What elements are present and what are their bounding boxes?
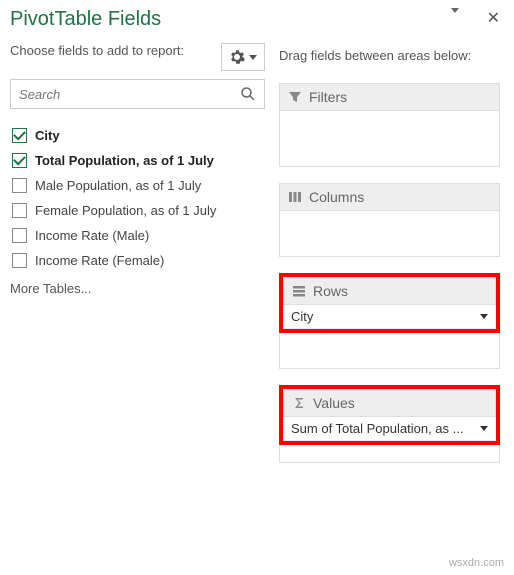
field-label: Total Population, as of 1 July (35, 153, 214, 168)
pane-controls: ✕ (279, 8, 500, 28)
field-item[interactable]: Income Rate (Male) (10, 223, 265, 248)
field-item[interactable]: Total Population, as of 1 July (10, 148, 265, 173)
field-item[interactable]: City (10, 123, 265, 148)
right-panel: ✕ Drag fields between areas below: Filte… (275, 0, 514, 575)
checkbox-unchecked-icon[interactable] (12, 203, 27, 218)
watermark: wsxdn.com (449, 557, 504, 569)
field-label: Male Population, as of 1 July (35, 178, 201, 193)
checkbox-checked-icon[interactable] (12, 128, 27, 143)
pane-title: PivotTable Fields (10, 8, 265, 31)
rows-area[interactable]: Rows City (279, 273, 500, 369)
highlight-box: Rows City (279, 273, 500, 333)
chevron-down-icon (249, 55, 257, 60)
values-dropzone[interactable] (279, 445, 500, 463)
filters-area[interactable]: Filters (279, 83, 500, 167)
field-label: Female Population, as of 1 July (35, 203, 216, 218)
values-item-label: Sum of Total Population, as ... (291, 421, 463, 436)
highlight-box: Values Sum of Total Population, as ... (279, 385, 500, 445)
rows-item-label: City (291, 309, 313, 324)
field-item[interactable]: Male Population, as of 1 July (10, 173, 265, 198)
choose-fields-label: Choose fields to add to report: (10, 43, 184, 60)
values-area[interactable]: Values Sum of Total Population, as ... (279, 385, 500, 463)
field-label: Income Rate (Female) (35, 253, 164, 268)
columns-area[interactable]: Columns (279, 183, 500, 257)
checkbox-unchecked-icon[interactable] (12, 253, 27, 268)
values-header: Values (283, 389, 496, 417)
rows-header: Rows (283, 277, 496, 305)
field-list: City Total Population, as of 1 July Male… (10, 123, 265, 273)
rows-item[interactable]: City (283, 305, 496, 329)
filters-header: Filters (279, 83, 500, 111)
subhead-row: Choose fields to add to report: (10, 43, 265, 71)
search-input[interactable] (19, 87, 240, 102)
columns-header: Columns (279, 183, 500, 211)
chevron-down-icon[interactable] (480, 314, 488, 319)
filter-icon (288, 90, 302, 104)
filters-label: Filters (309, 89, 347, 105)
field-list-options-button[interactable] (221, 43, 265, 71)
pane-menu-button[interactable] (451, 8, 459, 13)
field-item[interactable]: Income Rate (Female) (10, 248, 265, 273)
left-panel: PivotTable Fields Choose fields to add t… (0, 0, 275, 575)
columns-icon (288, 190, 302, 204)
field-item[interactable]: Female Population, as of 1 July (10, 198, 265, 223)
columns-dropzone[interactable] (279, 211, 500, 257)
drag-instructions: Drag fields between areas below: (279, 48, 500, 63)
rows-label: Rows (313, 283, 348, 299)
rows-dropzone[interactable] (279, 333, 500, 369)
field-label: City (35, 128, 60, 143)
values-label: Values (313, 395, 355, 411)
pivot-fields-pane: PivotTable Fields Choose fields to add t… (0, 0, 514, 575)
search-box[interactable] (10, 79, 265, 109)
chevron-down-icon[interactable] (480, 426, 488, 431)
checkbox-checked-icon[interactable] (12, 153, 27, 168)
columns-label: Columns (309, 189, 364, 205)
gear-icon (229, 49, 245, 65)
search-icon (240, 86, 256, 102)
close-button[interactable]: ✕ (487, 8, 500, 28)
sigma-icon (292, 396, 306, 410)
rows-icon (292, 284, 306, 298)
checkbox-unchecked-icon[interactable] (12, 178, 27, 193)
field-label: Income Rate (Male) (35, 228, 149, 243)
more-tables-link[interactable]: More Tables... (10, 281, 265, 296)
filters-dropzone[interactable] (279, 111, 500, 167)
values-item[interactable]: Sum of Total Population, as ... (283, 417, 496, 441)
checkbox-unchecked-icon[interactable] (12, 228, 27, 243)
